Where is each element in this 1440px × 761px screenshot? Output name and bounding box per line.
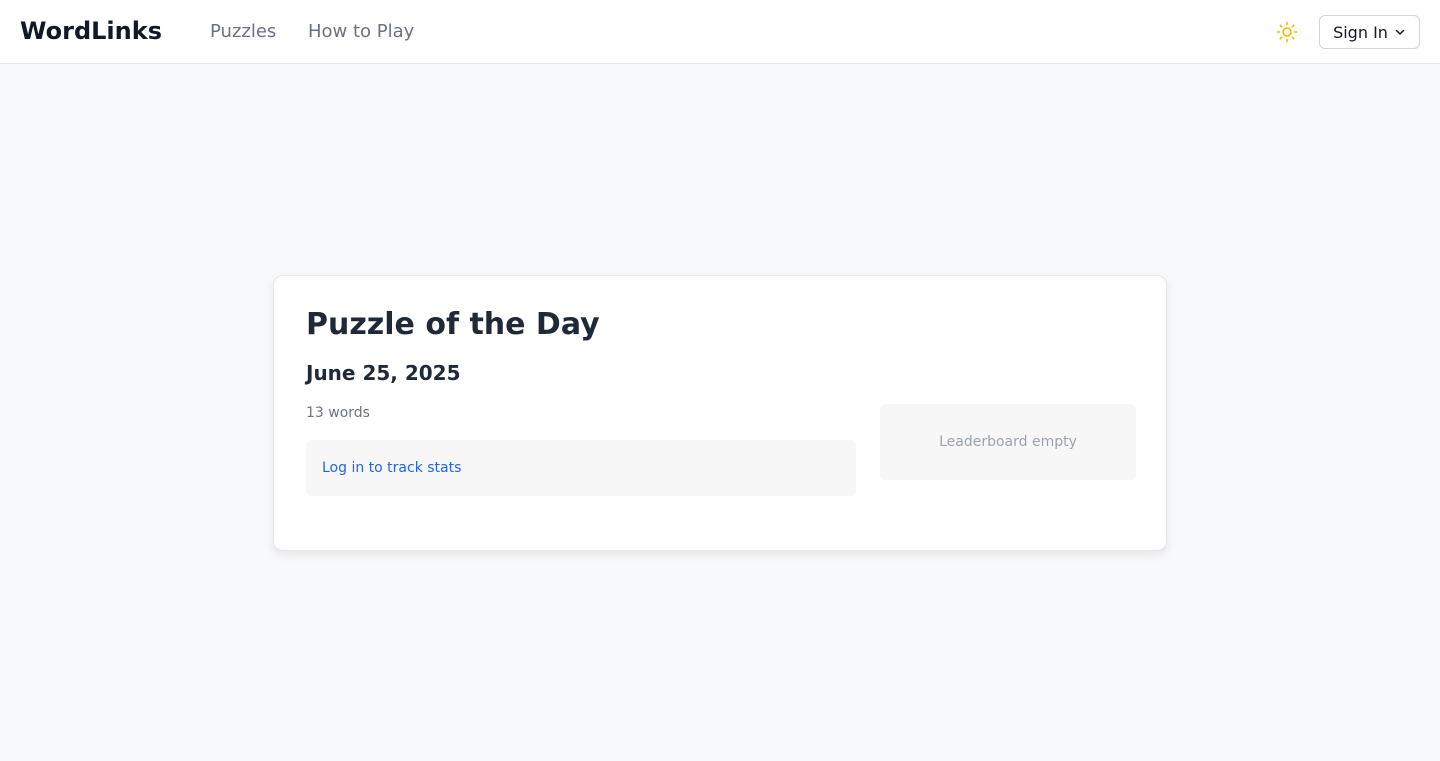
stats-panel: Log in to track stats (306, 440, 856, 496)
chevron-down-icon (1394, 26, 1406, 38)
top-header: WordLinks Puzzles How to Play Sign In (0, 0, 1440, 64)
leaderboard-panel: Leaderboard empty (880, 404, 1136, 480)
sign-in-button[interactable]: Sign In (1319, 15, 1420, 49)
site-logo[interactable]: WordLinks (20, 16, 162, 46)
sun-icon[interactable] (1275, 20, 1299, 44)
login-stats-link[interactable]: Log in to track stats (322, 459, 461, 477)
word-count: 13 words (306, 405, 370, 421)
sign-in-label: Sign In (1333, 22, 1388, 42)
puzzle-title: Puzzle of the Day (306, 307, 600, 342)
puzzle-card: Puzzle of the Day June 25, 2025 13 words… (273, 275, 1167, 551)
leaderboard-empty-text: Leaderboard empty (939, 434, 1077, 450)
nav-how-to-play[interactable]: How to Play (308, 20, 414, 44)
nav-puzzles[interactable]: Puzzles (210, 20, 276, 44)
puzzle-date: June 25, 2025 (306, 361, 461, 385)
